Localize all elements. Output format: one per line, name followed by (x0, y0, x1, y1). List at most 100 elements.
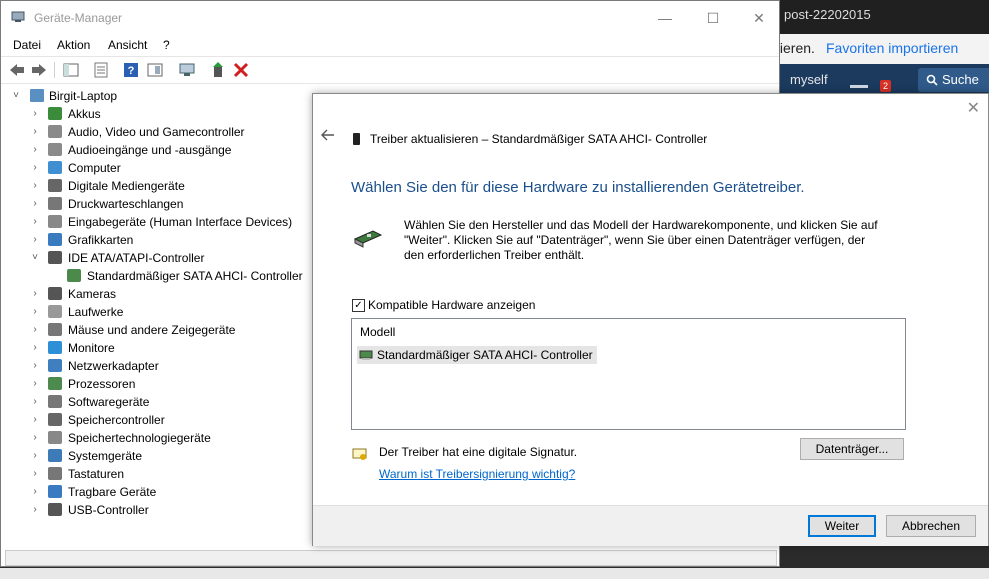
maximize-button[interactable]: ☐ (690, 1, 736, 35)
help-icon[interactable]: ? (122, 61, 140, 79)
display-adapter-icon (48, 233, 62, 246)
tree-category-item[interactable]: › Monitore (1, 339, 311, 357)
usb-icon (48, 503, 62, 516)
chevron-right-icon[interactable]: › (30, 285, 40, 303)
view-icon[interactable] (146, 61, 164, 79)
back-arrow-icon[interactable] (321, 129, 335, 141)
chevron-right-icon[interactable]: › (30, 159, 40, 177)
minimize-button[interactable]: — (642, 1, 688, 35)
chevron-right-icon[interactable]: › (30, 195, 40, 213)
tree-category-item[interactable]: › Speichercontroller (1, 411, 311, 429)
tree-category-item[interactable]: › Netzwerkadapter (1, 357, 311, 375)
tree-category-item[interactable]: › Mäuse und andere Zeigegeräte (1, 321, 311, 339)
tree-category-item[interactable]: › Eingabegeräte (Human Interface Devices) (1, 213, 311, 231)
chevron-right-icon[interactable]: › (30, 177, 40, 195)
notifications-icon[interactable] (850, 73, 868, 88)
compatible-hardware-checkbox[interactable]: ✓ (352, 299, 365, 312)
tree-category-item[interactable]: › Tastaturen (1, 465, 311, 483)
tree-category-item[interactable]: › Prozessoren (1, 375, 311, 393)
tree-item-label: Softwaregeräte (68, 395, 150, 409)
update-driver-dialog: ✕ Treiber aktualisieren – Standardmäßige… (312, 93, 989, 546)
import-favorites-link[interactable]: Favoriten importieren (826, 40, 958, 56)
tree-root[interactable]: ˅ Birgit-Laptop (1, 87, 301, 105)
favorites-text: tieren. (776, 40, 815, 56)
compatible-hardware-label[interactable]: Kompatible Hardware anzeigen (368, 298, 535, 312)
tree-item-label: Akkus (68, 107, 101, 121)
tree-category-item[interactable]: › Computer (1, 159, 311, 177)
chevron-right-icon[interactable]: › (30, 375, 40, 393)
toolbar: ? (1, 56, 779, 84)
speaker-icon (48, 143, 62, 156)
chevron-right-icon[interactable]: › (30, 465, 40, 483)
signature-info-link[interactable]: Warum ist Treibersignierung wichtig? (379, 467, 575, 481)
browser-tab-title[interactable]: post-22202015 (784, 7, 871, 22)
dialog-close-button[interactable]: ✕ (967, 98, 980, 118)
forward-arrow-icon[interactable] (30, 61, 48, 79)
drive-icon (48, 305, 62, 318)
speaker-icon (48, 125, 62, 138)
chevron-right-icon[interactable]: › (30, 213, 40, 231)
chevron-down-icon[interactable]: ˅ (30, 249, 40, 267)
tree-category-item[interactable]: › Druckwarteschlangen (1, 195, 311, 213)
chevron-right-icon[interactable]: › (30, 411, 40, 429)
close-button[interactable]: ✕ (736, 1, 782, 35)
chevron-right-icon[interactable]: › (30, 393, 40, 411)
chevron-right-icon[interactable]: › (30, 123, 40, 141)
tree-item-label: USB-Controller (68, 503, 149, 517)
chevron-right-icon[interactable]: › (30, 447, 40, 465)
tree-category-item[interactable]: › Laufwerke (1, 303, 311, 321)
mouse-icon (48, 323, 62, 336)
tree-item-label: Standardmäßiger SATA AHCI- Controller (87, 269, 303, 283)
site-search-button[interactable]: Suche (918, 68, 989, 92)
battery-icon (48, 107, 62, 120)
next-button[interactable]: Weiter (808, 515, 876, 537)
chevron-right-icon[interactable]: › (30, 483, 40, 501)
user-menu[interactable]: myself (790, 72, 828, 87)
menu-aktion[interactable]: Aktion (57, 38, 90, 52)
tree-category-item[interactable]: › Speichertechnologiegeräte (1, 429, 311, 447)
tree-category-item[interactable]: › USB-Controller (1, 501, 311, 519)
menu-datei[interactable]: Datei (13, 38, 41, 52)
update-driver-icon[interactable] (209, 61, 227, 79)
uninstall-device-icon[interactable] (232, 61, 250, 79)
browser-tab-strip: post-22202015 (780, 0, 989, 34)
tree-category-item[interactable]: › Systemgeräte (1, 447, 311, 465)
menu-help[interactable]: ? (163, 38, 170, 52)
collapse-icon[interactable]: ˅ (11, 87, 21, 105)
chevron-right-icon[interactable]: › (30, 501, 40, 519)
tree-category-item[interactable]: › Tragbare Geräte (1, 483, 311, 501)
cancel-button[interactable]: Abbrechen (886, 515, 976, 537)
chevron-right-icon[interactable]: › (30, 105, 40, 123)
properties-icon[interactable] (92, 61, 110, 79)
tree-category-item[interactable]: › Akkus (1, 105, 311, 123)
computer-icon (48, 161, 62, 174)
instruction-text: Wählen Sie den Hersteller und das Modell… (404, 218, 878, 262)
scan-hardware-icon[interactable] (178, 61, 196, 79)
back-arrow-icon[interactable] (8, 61, 26, 79)
show-hide-console-tree-icon[interactable] (62, 61, 80, 79)
controller-card-icon (359, 350, 373, 360)
tree-item-label: Systemgeräte (68, 449, 143, 463)
title-bar[interactable]: Geräte-Manager — ☐ ✕ (1, 1, 779, 35)
chevron-right-icon[interactable]: › (30, 339, 40, 357)
chevron-right-icon[interactable]: › (30, 321, 40, 339)
model-item-label: Standardmäßiger SATA AHCI- Controller (377, 348, 593, 362)
tree-category-item[interactable]: › Softwaregeräte (1, 393, 311, 411)
model-list-item[interactable]: Standardmäßiger SATA AHCI- Controller (357, 346, 597, 364)
chevron-right-icon[interactable]: › (30, 141, 40, 159)
chevron-right-icon[interactable]: › (30, 357, 40, 375)
chevron-right-icon[interactable]: › (30, 429, 40, 447)
dialog-footer: Weiter Abbrechen (313, 505, 988, 546)
tree-category-item[interactable]: › Audioeingänge und -ausgänge (1, 141, 311, 159)
tree-category-item[interactable]: › Kameras (1, 285, 311, 303)
chevron-right-icon[interactable]: › (30, 231, 40, 249)
tree-device-item[interactable]: Standardmäßiger SATA AHCI- Controller (1, 267, 311, 285)
tree-category-item[interactable]: ˅ IDE ATA/ATAPI-Controller (1, 249, 311, 267)
menu-ansicht[interactable]: Ansicht (108, 38, 147, 52)
model-column-header[interactable]: Modell (360, 325, 395, 339)
tree-category-item[interactable]: › Digitale Mediengeräte (1, 177, 311, 195)
tree-category-item[interactable]: › Grafikkarten (1, 231, 311, 249)
have-disk-button[interactable]: Datenträger... (800, 438, 904, 460)
tree-category-item[interactable]: › Audio, Video und Gamecontroller (1, 123, 311, 141)
chevron-right-icon[interactable]: › (30, 303, 40, 321)
